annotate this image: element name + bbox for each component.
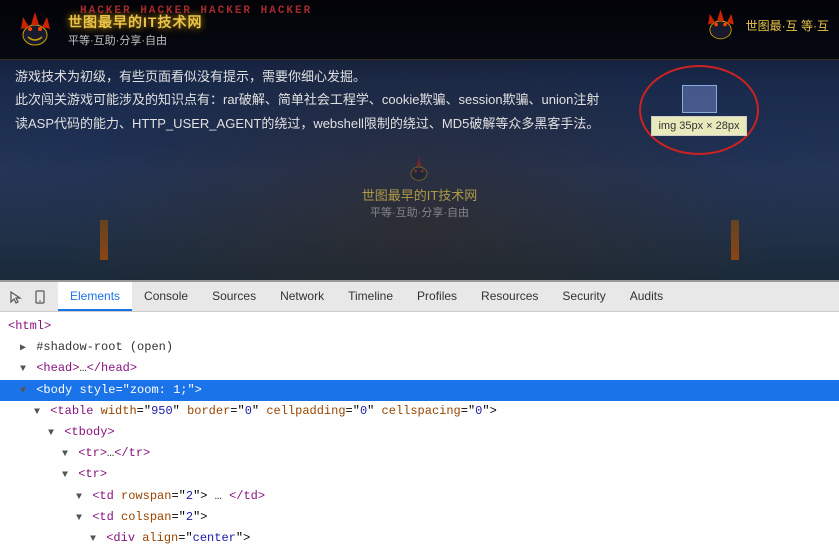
dom-line-html[interactable]: <html> [0,316,839,337]
site-header: 世图最早的IT技术网 平等·互助·分享·自由 HACKER HACKER HAC… [0,0,839,60]
dom-line-td2[interactable]: <td colspan="2"> [0,507,839,528]
site-subtitle-text: 平等·互助·分享·自由 [68,32,202,48]
dom-line-shadow[interactable]: #shadow-root (open) [0,337,839,358]
watermark-title: 世图最早的IT技术网 [362,185,478,204]
torch-left-decoration [100,220,108,260]
img-dimensions-tooltip: img 35px × 28px [651,116,746,136]
highlighted-img-element [682,85,717,113]
tab-elements[interactable]: Elements [58,282,132,311]
logo-dragon-icon [10,5,60,55]
right-logo-text: 世图最·互 等·互 [746,17,829,34]
dom-line-tbody[interactable]: <tbody> [0,422,839,443]
dom-line-tr2[interactable]: <tr> [0,464,839,485]
triangle-icon[interactable] [62,449,68,460]
tab-security[interactable]: Security [550,282,617,311]
triangle-icon[interactable] [76,513,82,524]
tab-audits[interactable]: Audits [618,282,675,311]
watermark-sub: 平等·互助·分享·自由 [370,204,469,220]
dom-line-head[interactable]: <head>…</head> [0,358,839,379]
triangle-icon[interactable] [48,428,54,439]
toolbar-icons [8,289,48,305]
dom-viewer[interactable]: <html> #shadow-root (open) <head>…</head… [0,312,839,548]
website-preview: 世图最早的IT技术网 平等·互助·分享·自由 HACKER HACKER HAC… [0,0,839,280]
triangle-icon[interactable] [90,534,96,545]
element-highlight-circle: img 35px × 28px [639,65,759,155]
tab-console[interactable]: Console [132,282,200,311]
triangle-icon[interactable] [34,407,40,418]
mobile-icon[interactable] [32,289,48,305]
triangle-icon[interactable] [20,343,26,354]
dom-line-table[interactable]: <table width="950" border="0" cellpaddin… [0,401,839,422]
tab-timeline[interactable]: Timeline [336,282,405,311]
triangle-icon[interactable] [20,364,26,375]
tab-network[interactable]: Network [268,282,336,311]
triangle-icon[interactable] [76,492,82,503]
devtools-toolbar: Elements Console Sources Network Timelin… [0,282,839,312]
devtools-panel: Elements Console Sources Network Timelin… [0,280,839,548]
right-logo: 世图最·互 等·互 [701,5,829,45]
devtools-tabs-container: Elements Console Sources Network Timelin… [58,282,675,311]
cursor-icon[interactable] [8,289,24,305]
dom-line-td1[interactable]: <td rowspan="2"> … </td> [0,486,839,507]
dom-line-tr1[interactable]: <tr>…</tr> [0,443,839,464]
header-banner: HACKER HACKER HACKER HACKER [80,5,312,17]
triangle-icon[interactable] [20,386,26,397]
tab-resources[interactable]: Resources [469,282,550,311]
triangle-icon[interactable] [62,470,68,481]
tab-profiles[interactable]: Profiles [405,282,469,311]
center-watermark: 世图最早的IT技术网 平等·互助·分享·自由 [362,155,478,220]
torch-right-decoration [731,220,739,260]
dom-line-div[interactable]: <div align="center"> [0,528,839,548]
dom-line-body[interactable]: <body style="zoom: 1;"> [0,380,839,401]
tab-sources[interactable]: Sources [200,282,268,311]
